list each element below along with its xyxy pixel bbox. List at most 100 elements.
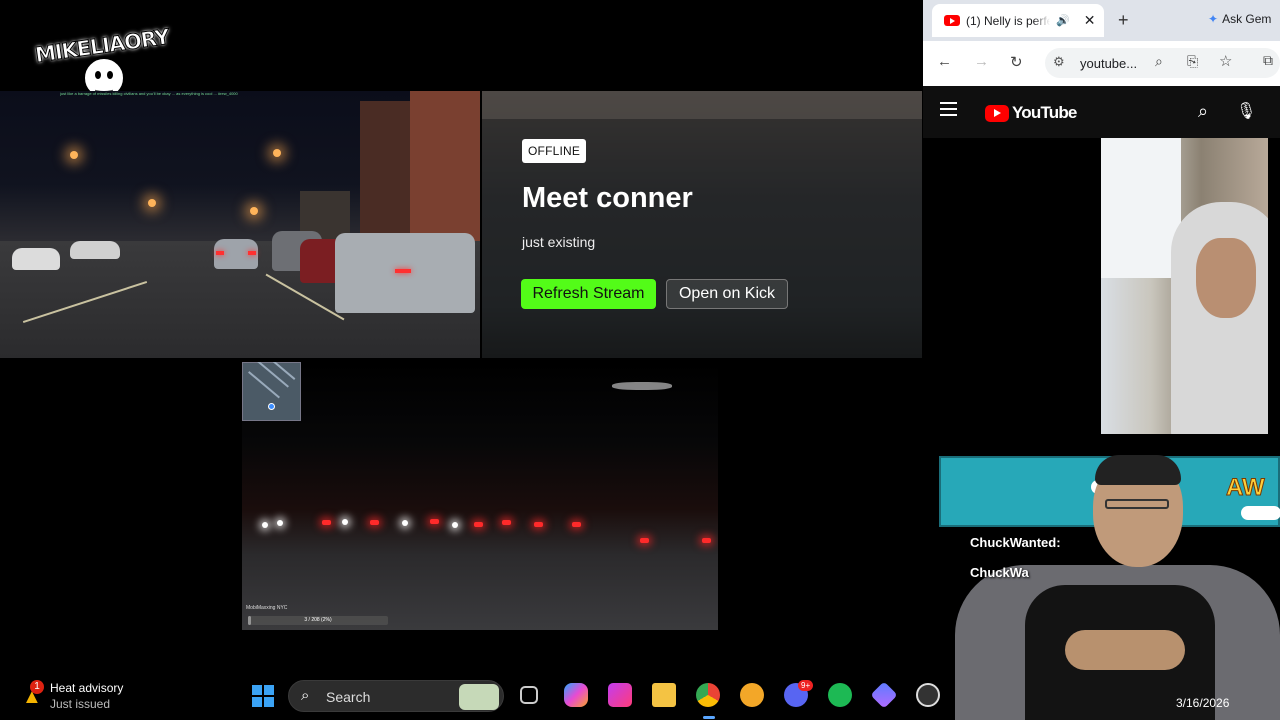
building — [410, 91, 480, 241]
tail-light — [430, 519, 439, 524]
weather-widget[interactable]: ▲ 1 Heat advisory Just issued — [20, 680, 160, 714]
stream-subtitle: just existing — [522, 234, 596, 250]
weather-subtitle: Just issued — [50, 697, 111, 711]
tab-youtube[interactable]: (1) Nelly is perfe 🔊 ✕ — [932, 4, 1104, 37]
close-tab-icon[interactable]: ✕ — [1084, 12, 1096, 29]
spotify-icon[interactable] — [828, 683, 852, 707]
youtube-favicon-icon — [944, 15, 960, 26]
dashcam-label: MobiMaxxing NYC — [246, 605, 288, 611]
extensions-icon[interactable]: ⧉ — [1263, 52, 1273, 69]
weather-badge: 1 — [30, 680, 44, 694]
youtube-wordmark: YouTube — [1012, 103, 1077, 122]
video-person-face — [1196, 238, 1256, 318]
youtube-logo[interactable]: YouTube — [985, 103, 1077, 123]
webcam-hands — [1065, 630, 1185, 670]
gemini-sparkle-icon: ✦ — [1208, 12, 1219, 26]
progress-text: 3 / 208 (2%) — [304, 617, 332, 623]
chrome-icon[interactable] — [696, 683, 720, 707]
picsart-icon[interactable] — [608, 683, 632, 707]
sun-app-icon[interactable] — [740, 683, 764, 707]
tail-light — [534, 522, 543, 527]
parked-car — [335, 233, 475, 313]
parked-car — [70, 241, 120, 259]
progress-fill — [248, 616, 251, 625]
location-dot-icon — [268, 403, 275, 410]
bookmark-star-icon[interactable]: ☆ — [1219, 52, 1232, 70]
headlight — [402, 520, 408, 526]
car-ahead — [214, 239, 258, 269]
new-tab-button[interactable]: + — [1118, 10, 1129, 31]
discord-badge: 9+ — [798, 680, 814, 691]
browser-toolbar: ← → ↻ ⚙ youtube... ⌕ ⎘ ☆ ⧉ — [923, 41, 1280, 86]
webcam-hair — [1095, 455, 1181, 485]
minimap — [242, 362, 301, 421]
dashcam-top-video: just like a barrage of missiles killing … — [0, 91, 480, 358]
speaker-icon[interactable]: 🔊 — [1056, 14, 1070, 27]
headlight — [277, 520, 283, 526]
browser-window: (1) Nelly is perfe 🔊 ✕ + ✦ Ask Gem ← → ↻ … — [923, 0, 1280, 534]
forward-arrow-icon[interactable]: → — [974, 53, 989, 70]
url-text: youtube... — [1080, 56, 1138, 71]
streetlight — [148, 199, 156, 207]
dim-overlay — [482, 91, 922, 358]
streetlight — [273, 149, 281, 157]
address-bar[interactable]: ⚙ youtube... ⌕ ⎘ ☆ ⧉ — [1045, 48, 1280, 78]
tab-strip: (1) Nelly is perfe 🔊 ✕ + ✦ Ask Gem — [923, 0, 1280, 41]
tail-light — [216, 251, 224, 255]
back-arrow-icon[interactable]: ← — [937, 53, 952, 70]
offline-badge: OFFLINE — [522, 139, 587, 163]
zoom-icon[interactable]: ⌕ — [1155, 53, 1163, 70]
dashcam-bottom-video: MobiMaxxing NYC 3 / 208 (2%) — [242, 362, 718, 630]
headlight — [452, 522, 458, 528]
headlight — [262, 522, 268, 528]
obs-icon[interactable] — [916, 683, 940, 707]
hamburger-menu-icon[interactable] — [940, 102, 957, 116]
parked-car — [12, 248, 60, 270]
tail-light — [702, 538, 711, 543]
search-icon[interactable]: ⌕ — [1198, 101, 1208, 122]
search-placeholder: Search — [326, 689, 371, 705]
copilot-icon[interactable] — [564, 683, 588, 707]
install-app-icon[interactable]: ⎘ — [1187, 53, 1198, 70]
chat-username: ChuckWa — [970, 565, 1029, 580]
webcam-glasses — [1105, 499, 1169, 509]
weather-title: Heat advisory — [50, 681, 124, 695]
youtube-header: YouTube ⌕ 🎙 — [923, 86, 1280, 138]
chat-username: ChuckWanted: — [970, 535, 1061, 550]
tail-light — [502, 520, 511, 525]
tail-light — [640, 538, 649, 543]
overhead-light — [612, 382, 672, 390]
file-explorer-icon[interactable] — [652, 683, 676, 707]
refresh-stream-button[interactable]: Refresh Stream — [521, 279, 656, 309]
open-on-kick-button[interactable]: Open on Kick — [666, 279, 788, 309]
headlight — [342, 519, 348, 525]
stream-title: Meet conner — [522, 182, 693, 214]
reload-icon[interactable]: ↻ — [1010, 53, 1023, 71]
tail-light — [370, 520, 379, 525]
streetlight — [70, 151, 78, 159]
tail-light — [322, 520, 331, 525]
tail-light — [395, 269, 411, 273]
tail-light — [474, 522, 483, 527]
tab-title: (1) Nelly is perfe — [966, 13, 1050, 28]
site-info-icon[interactable]: ⚙ — [1053, 54, 1065, 70]
search-icon: ⌕ — [301, 687, 310, 704]
active-app-indicator — [703, 716, 715, 719]
ask-gemini-button[interactable]: ✦ Ask Gem — [1208, 12, 1271, 26]
progress-bar: 3 / 208 (2%) — [248, 616, 388, 625]
app-diamond-icon[interactable] — [870, 681, 898, 709]
taskbar-search[interactable]: ⌕ Search — [288, 680, 504, 712]
windows-start-icon[interactable] — [252, 685, 274, 707]
tail-light — [572, 522, 581, 527]
date-label: 3/16/2026 — [1176, 696, 1230, 710]
tail-light — [248, 251, 256, 255]
video-window-light — [1101, 138, 1181, 278]
streetlight — [250, 207, 258, 215]
gemini-label: Ask Gem — [1222, 12, 1272, 26]
video-person-hoodie — [1171, 202, 1268, 434]
search-highlight-panda-icon — [459, 684, 499, 710]
microphone-icon[interactable]: 🎙 — [1236, 101, 1256, 121]
taskbar: ▲ 1 Heat advisory Just issued ⌕ Search 9… — [0, 672, 1280, 720]
youtube-video-player[interactable] — [1101, 138, 1268, 434]
task-view-icon[interactable] — [520, 686, 538, 704]
